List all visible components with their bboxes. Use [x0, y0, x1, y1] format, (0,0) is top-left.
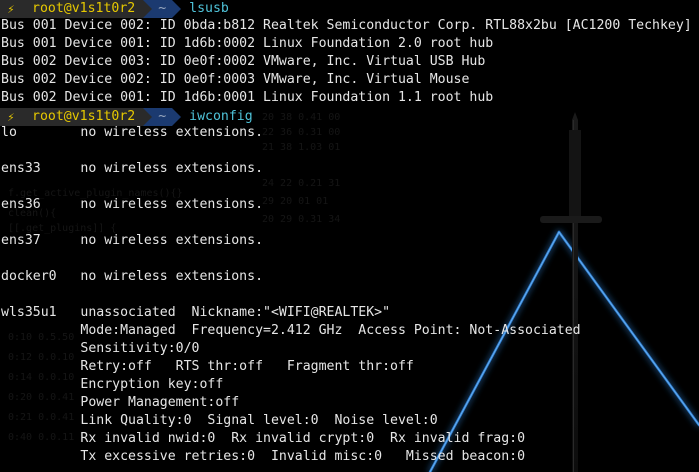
- output-line: Mode:Managed Frequency=2.412 GHz Access …: [1, 323, 581, 338]
- output-line: Bus 001 Device 001: ID 1d6b:0002 Linux F…: [1, 36, 494, 51]
- prompt-user-host: root@v1s1t0r2: [22, 0, 144, 18]
- output-line: Sensitivity:0/0: [1, 341, 200, 356]
- output-line: ens36 no wireless extensions.: [1, 197, 264, 212]
- sword-silhouette: [540, 112, 602, 472]
- output-line: wls35u1 unassociated Nickname:"<WIFI@REA…: [1, 305, 391, 320]
- output-line: Rx invalid nwid:0 Rx invalid crypt:0 Rx …: [1, 431, 526, 446]
- shell-prompt: ⚡ root@v1s1t0r2 ~ lsusb: [0, 0, 229, 18]
- output-line: ens33 no wireless extensions.: [1, 161, 264, 176]
- svg-text:20 29 0.31 34: 20 29 0.31 34: [262, 214, 340, 225]
- output-line: ens37 no wireless extensions.: [1, 233, 264, 248]
- output-line: Encryption key:off: [1, 377, 224, 392]
- prompt-directory: ~: [152, 0, 173, 18]
- svg-text:20 38 0.41 00: 20 38 0.41 00: [262, 112, 340, 123]
- svg-text:24 22 0.21 31: 24 22 0.21 31: [262, 178, 340, 189]
- command-text: lsusb: [189, 1, 229, 16]
- prompt-separator-arrow: [143, 0, 153, 18]
- output-line: lo no wireless extensions.: [1, 125, 264, 140]
- output-line: Retry:off RTS thr:off Fragment thr:off: [1, 359, 414, 374]
- output-line: Tx excessive retries:0 Invalid misc:0 Mi…: [1, 449, 526, 464]
- svg-text:22 36 0.31 00: 22 36 0.31 00: [262, 127, 340, 138]
- svg-text:29 20 01 01: 29 20 01 01: [262, 196, 328, 207]
- output-line: Bus 002 Device 002: ID 0e0f:0003 VMware,…: [1, 72, 470, 87]
- svg-text:21 38 1.03 01: 21 38 1.03 01: [262, 142, 340, 153]
- output-line: Power Management:off: [1, 395, 240, 410]
- output-line: Bus 002 Device 001: ID 1d6b:0001 Linux F…: [1, 90, 494, 105]
- prompt-separator-arrow: [172, 0, 182, 18]
- output-line: Bus 002 Device 003: ID 0e0f:0002 VMware,…: [1, 54, 486, 69]
- output-line: docker0 no wireless extensions.: [1, 269, 264, 284]
- output-line: Link Quality:0 Signal level:0 Noise leve…: [1, 413, 438, 428]
- terminal-window[interactable]: f.get_active_plugin_names(){} clean(){ […: [0, 0, 699, 472]
- lightning-icon: ⚡: [0, 0, 22, 18]
- output-line: Bus 001 Device 002: ID 0bda:b812 Realtek…: [1, 18, 692, 33]
